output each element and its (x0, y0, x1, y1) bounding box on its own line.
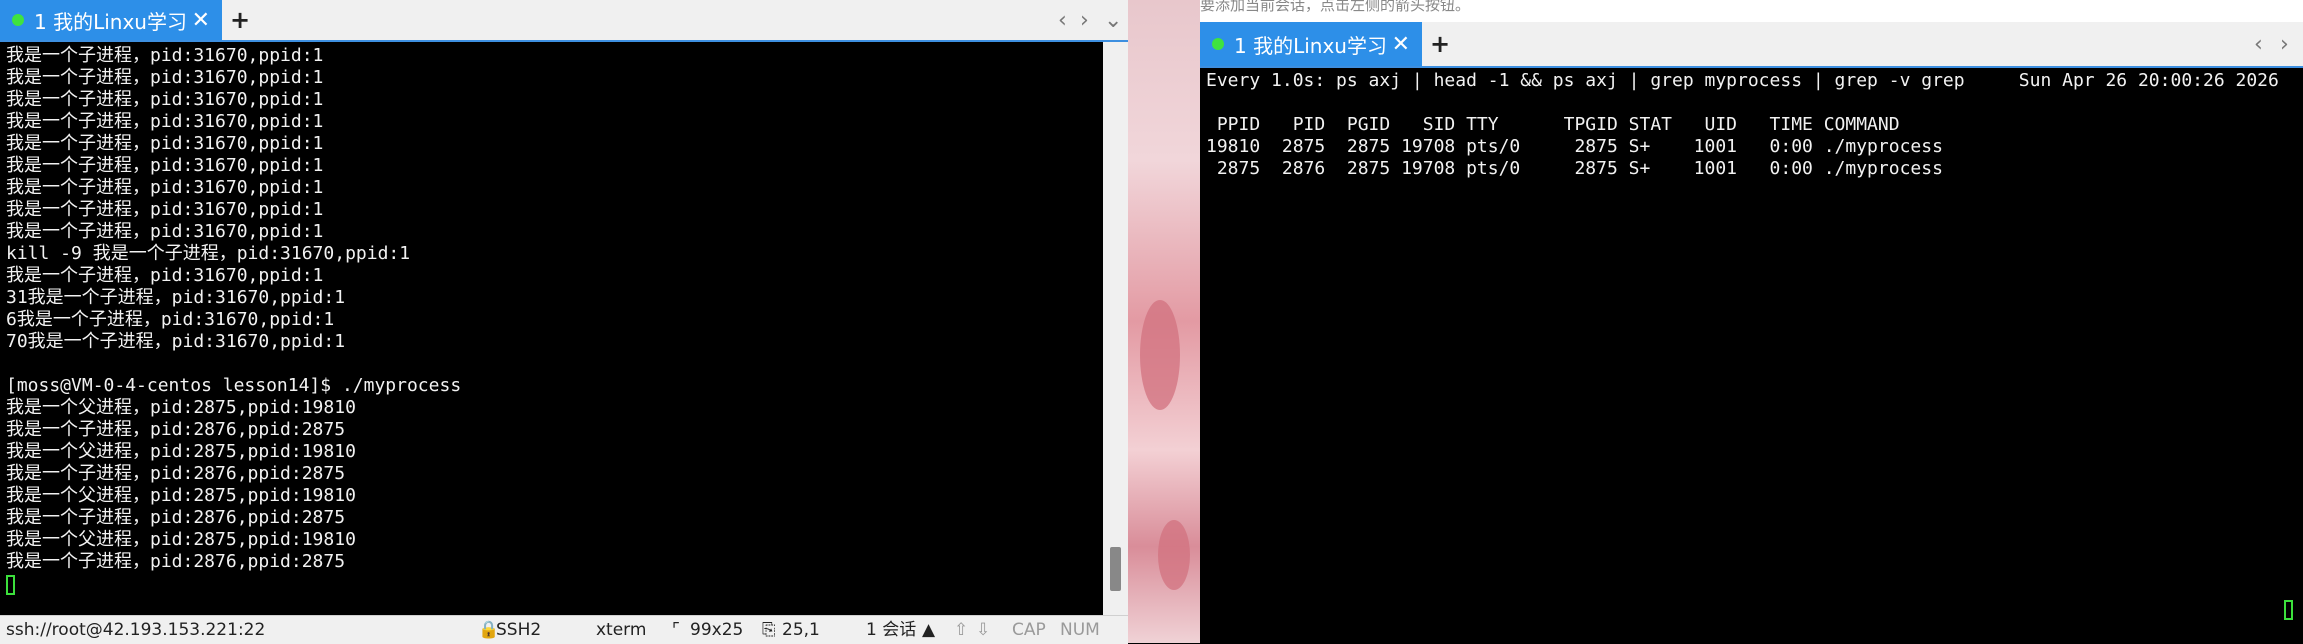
connected-status-icon (1212, 38, 1224, 50)
terminal-line: 我是一个子进程，pid:31670,ppid:1 (6, 67, 324, 88)
terminal-line: 我是一个子进程，pid:31670,ppid:1 (6, 199, 324, 220)
close-tab-icon[interactable]: ✕ (1392, 32, 1410, 57)
desktop-background (1128, 0, 1200, 643)
terminal-line: 我是一个子进程，pid:2876,ppid:2875 (6, 551, 346, 572)
prev-tab-icon[interactable]: ‹ (1058, 0, 1067, 40)
terminal-line: 我是一个父进程，pid:2875,ppid:19810 (6, 485, 356, 506)
prev-tab-icon[interactable]: ‹ (2254, 22, 2263, 66)
watch-header-line: Every 1.0s: ps axj | head -1 && ps axj |… (1206, 70, 2279, 91)
terminal-line: 70我是一个子进程，pid:31670,ppid:1 (6, 331, 346, 352)
connected-status-icon (12, 14, 24, 26)
session-notice-text: 要添加当前会话，点击左侧的箭头按钮。 (1200, 0, 2303, 22)
terminal-line: 我是一个子进程，pid:31670,ppid:1 (6, 45, 324, 66)
tab-title: 1 我的Linxu学习 (1234, 33, 1387, 58)
terminal-line: 我是一个子进程，pid:2876,ppid:2875 (6, 507, 346, 528)
caps-lock-indicator: CAP (1012, 620, 1046, 640)
session-count-label[interactable]: 1 会话 (866, 616, 916, 644)
session-up-arrow-icon[interactable]: ▲ (922, 616, 935, 644)
terminal-line: 我是一个子进程，pid:31670,ppid:1 (6, 265, 324, 286)
resize-icon: ⌜ (672, 620, 680, 640)
terminal-type-label: xterm (596, 620, 647, 640)
terminal-line: kill -9 我是一个子进程，pid:31670,ppid:1 (6, 243, 411, 264)
process-row: 19810 2875 2875 19708 pts/0 2875 S+ 1001… (1206, 136, 1943, 157)
terminal-line: 我是一个父进程，pid:2875,ppid:19810 (6, 441, 356, 462)
terminal-line: 我是一个子进程，pid:2876,ppid:2875 (6, 463, 346, 484)
terminal-line: 6我是一个子进程，pid:31670,ppid:1 (6, 309, 335, 330)
left-terminal-output[interactable]: 我是一个子进程，pid:31670,ppid:1 我是一个子进程，pid:316… (0, 42, 1103, 615)
close-tab-icon[interactable]: ✕ (192, 8, 210, 33)
connection-address: ssh://root@42.193.153.221:22 (6, 620, 266, 640)
terminal-line: 31我是一个子进程，pid:31670,ppid:1 (6, 287, 346, 308)
right-terminal-window: 要添加当前会话，点击左侧的箭头按钮。 1 我的Linxu学习 ✕ + ‹ › E… (1200, 0, 2303, 643)
terminal-line: 我是一个子进程，pid:31670,ppid:1 (6, 155, 324, 176)
process-row: 2875 2876 2875 19708 pts/0 2875 S+ 1001 … (1206, 158, 1943, 179)
right-tab-bar: 1 我的Linxu学习 ✕ + ‹ › (1200, 22, 2303, 68)
left-tab-bar: 1 我的Linxu学习 ✕ + ‹ › ⌄ (0, 0, 1128, 42)
background-decoration (1140, 300, 1180, 410)
right-session-tab[interactable]: 1 我的Linxu学习 ✕ (1200, 22, 1422, 66)
add-tab-button[interactable]: + (222, 0, 258, 40)
terminal-prompt-line: [moss@VM-0-4-centos lesson14]$ ./myproce… (6, 375, 462, 396)
tab-title: 1 我的Linxu学习 (34, 9, 187, 34)
scroll-down-icon[interactable]: ⇩ (976, 616, 990, 644)
ps-column-headers: PPID PID PGID SID TTY TPGID STAT UID TIM… (1206, 114, 1900, 135)
left-terminal-window: 1 我的Linxu学习 ✕ + ‹ › ⌄ 我是一个子进程，pid:31670,… (0, 0, 1128, 644)
terminal-line: 我是一个子进程，pid:31670,ppid:1 (6, 133, 324, 154)
background-decoration (1158, 520, 1190, 590)
status-bar: ssh://root@42.193.153.221:22 🔒 SSH2 xter… (0, 615, 1128, 644)
terminal-line: 我是一个子进程，pid:2876,ppid:2875 (6, 419, 346, 440)
terminal-line: 我是一个子进程，pid:31670,ppid:1 (6, 111, 324, 132)
terminal-line: 我是一个子进程，pid:31670,ppid:1 (6, 221, 324, 242)
terminal-size-label: 99x25 (690, 620, 744, 640)
left-scrollbar[interactable] (1103, 42, 1128, 615)
num-lock-indicator: NUM (1060, 620, 1100, 640)
terminal-cursor (6, 575, 15, 595)
next-tab-icon[interactable]: › (1080, 0, 1089, 40)
cursor-position-label: 25,1 (782, 620, 820, 640)
terminal-line: 我是一个父进程，pid:2875,ppid:19810 (6, 529, 356, 550)
terminal-cursor (2284, 600, 2293, 620)
left-session-tab[interactable]: 1 我的Linxu学习 ✕ (0, 0, 222, 40)
tab-menu-chevron-icon[interactable]: ⌄ (1104, 0, 1122, 40)
next-tab-icon[interactable]: › (2280, 22, 2289, 66)
scrollbar-thumb[interactable] (1110, 547, 1121, 591)
terminal-line: 我是一个子进程，pid:31670,ppid:1 (6, 177, 324, 198)
protocol-label: SSH2 (496, 620, 542, 640)
terminal-line: 我是一个父进程，pid:2875,ppid:19810 (6, 397, 356, 418)
terminal-line: 我是一个子进程，pid:31670,ppid:1 (6, 89, 324, 110)
add-tab-button[interactable]: + (1422, 22, 1458, 66)
cursor-position-icon: ⎘ (762, 620, 776, 640)
scroll-up-icon[interactable]: ⇧ (954, 616, 968, 644)
right-terminal-output[interactable]: Every 1.0s: ps axj | head -1 && ps axj |… (1200, 68, 2303, 643)
